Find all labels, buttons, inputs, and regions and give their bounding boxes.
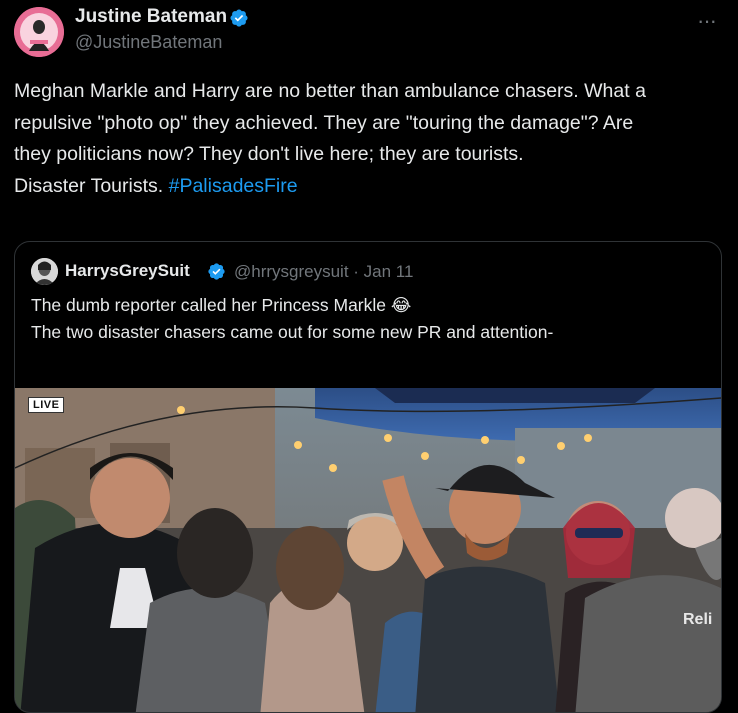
author-avatar[interactable] — [14, 7, 64, 57]
quoted-text-line: The two disaster chasers came out for so… — [31, 322, 554, 342]
quoted-author-avatar[interactable] — [31, 258, 58, 285]
quoted-handle-date[interactable]: @hrrysgreysuit · Jan 11 — [234, 262, 413, 282]
tweet-text-line: they politicians now? They don't live he… — [14, 143, 524, 165]
quoted-tweet[interactable]: HarrysGreySuit @hrrysgreysuit · Jan 11 T… — [14, 241, 722, 713]
tweet-text: Meghan Markle and Harry are no better th… — [14, 76, 726, 202]
tweet: Justine Bateman @JustineBateman ··· Megh… — [0, 0, 738, 713]
quoted-tweet-text: The dumb reporter called her Princess Ma… — [31, 292, 711, 346]
video-frame — [15, 388, 721, 712]
author-handle[interactable]: @JustineBateman — [75, 32, 222, 53]
verified-badge-icon — [230, 9, 248, 27]
tweet-text-segment: Disaster Tourists. — [14, 174, 169, 197]
author-name[interactable]: Justine Bateman — [75, 6, 227, 28]
more-options-icon[interactable]: ··· — [697, 8, 717, 34]
tweet-text-line: Disaster Tourists. #PalisadesFire — [14, 171, 726, 203]
hashtag-link[interactable]: #PalisadesFire — [169, 175, 298, 197]
live-badge: LIVE — [28, 397, 65, 413]
quoted-text-line: The dumb reporter called her Princess Ma… — [31, 295, 412, 315]
tweet-text-line: repulsive "photo op" they achieved. They… — [14, 111, 634, 134]
vest-sign-text: Reli — [683, 611, 713, 628]
tweet-text-line: Meghan Markle and Harry are no better th… — [14, 80, 646, 102]
quoted-author-name[interactable]: HarrysGreySuit — [65, 261, 190, 281]
video-player[interactable]: LIVE Reli — [15, 388, 721, 712]
verified-badge-icon — [208, 263, 225, 280]
